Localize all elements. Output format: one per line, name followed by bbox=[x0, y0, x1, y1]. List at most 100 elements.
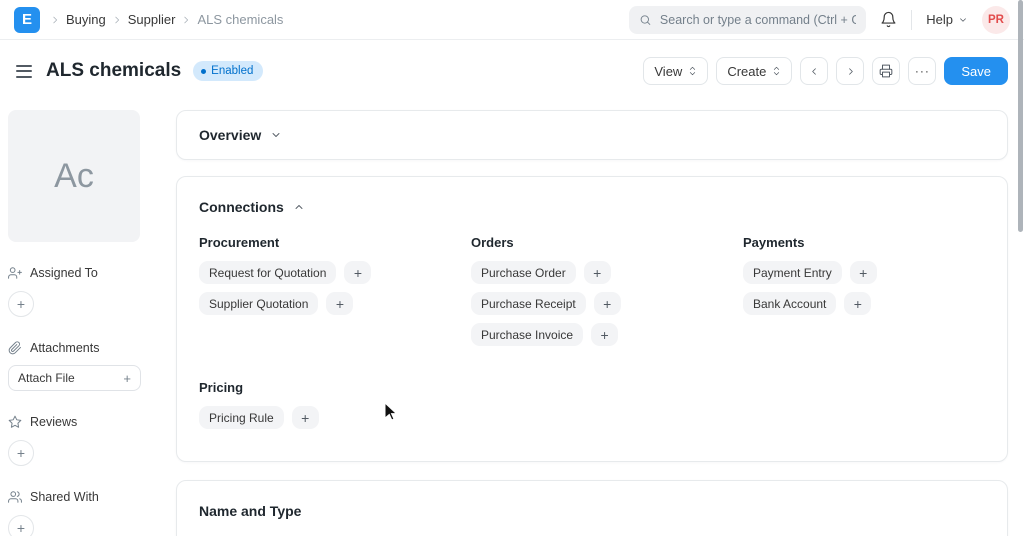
group-title: Pricing bbox=[199, 380, 471, 395]
shared-with-section: Shared With + bbox=[8, 490, 141, 536]
document-link-pricing-rule[interactable]: Pricing Rule bbox=[199, 406, 284, 429]
save-button[interactable]: Save bbox=[944, 57, 1008, 85]
add-purchase-receipt-button[interactable]: + bbox=[594, 292, 621, 315]
print-button[interactable] bbox=[872, 57, 900, 85]
add-assignment-button[interactable]: + bbox=[8, 291, 34, 317]
page-title: ALS chemicals bbox=[46, 60, 181, 82]
erpnext-logo-icon[interactable]: E bbox=[14, 7, 40, 33]
select-chevrons-icon bbox=[772, 65, 781, 77]
add-supplier-quotation-button[interactable]: + bbox=[326, 292, 353, 315]
star-icon bbox=[8, 415, 22, 429]
document-link-purchase-order[interactable]: Purchase Order bbox=[471, 261, 576, 284]
name-and-type-section-header: Name and Type bbox=[199, 503, 985, 519]
document-link-row: Pricing Rule + bbox=[199, 406, 471, 429]
view-button[interactable]: View bbox=[643, 57, 708, 85]
global-search[interactable] bbox=[629, 6, 866, 34]
add-pricing-rule-button[interactable]: + bbox=[292, 406, 319, 429]
search-input[interactable] bbox=[660, 13, 856, 27]
connections-grid: ProcurementRequest for Quotation+Supplie… bbox=[199, 235, 985, 354]
document-link-row: Payment Entry + bbox=[743, 261, 985, 284]
document-link-row: Supplier Quotation + bbox=[199, 292, 471, 315]
add-payment-entry-button[interactable]: + bbox=[850, 261, 877, 284]
sidebar-toggle-icon[interactable] bbox=[16, 65, 32, 78]
add-purchase-invoice-button[interactable]: + bbox=[591, 323, 618, 346]
toolbar: View Create ··· Save bbox=[643, 57, 1008, 85]
document-link-bank-account[interactable]: Bank Account bbox=[743, 292, 836, 315]
user-avatar[interactable]: PR bbox=[982, 6, 1010, 34]
connections-grid-row2: Pricing Pricing Rule + bbox=[199, 380, 985, 437]
document-link-request-for-quotation[interactable]: Request for Quotation bbox=[199, 261, 336, 284]
document-link-payment-entry[interactable]: Payment Entry bbox=[743, 261, 842, 284]
breadcrumb-item-buying[interactable]: Buying bbox=[66, 12, 106, 27]
add-bank-account-button[interactable]: + bbox=[844, 292, 871, 315]
shared-with-label: Shared With bbox=[30, 490, 99, 504]
add-share-button[interactable]: + bbox=[8, 515, 34, 536]
shared-with-header: Shared With bbox=[8, 490, 141, 504]
breadcrumb: E Buying Supplier ALS chemicals bbox=[14, 7, 283, 33]
chevron-right-icon bbox=[112, 15, 122, 25]
help-menu[interactable]: Help bbox=[926, 12, 968, 27]
notifications-bell-icon[interactable] bbox=[880, 11, 897, 28]
assigned-to-label: Assigned To bbox=[30, 266, 98, 280]
name-and-type-section: Name and Type Supplier Name *Supplier Gr… bbox=[176, 480, 1008, 536]
document-link-purchase-receipt[interactable]: Purchase Receipt bbox=[471, 292, 586, 315]
connections-section-header[interactable]: Connections bbox=[199, 199, 985, 215]
user-plus-icon bbox=[8, 266, 22, 280]
breadcrumb-item-als-chemicals: ALS chemicals bbox=[197, 12, 283, 27]
previous-record-button[interactable] bbox=[800, 57, 828, 85]
assigned-to-header: Assigned To bbox=[8, 266, 141, 280]
add-review-button[interactable]: + bbox=[8, 440, 34, 466]
attachments-section: Attachments Attach File + bbox=[8, 341, 141, 391]
main-content: Overview Connections Procurement Request … bbox=[176, 110, 1008, 536]
connections-group-payments: PaymentsPayment Entry+Bank Account+ bbox=[743, 235, 985, 354]
page-header: ALS chemicals Enabled View Create · bbox=[0, 40, 1024, 102]
name-and-type-title: Name and Type bbox=[199, 503, 301, 519]
document-link-row: Request for Quotation + bbox=[199, 261, 471, 284]
document-link-row: Purchase Order + bbox=[471, 261, 743, 284]
view-button-label: View bbox=[654, 64, 682, 79]
group-title: Orders bbox=[471, 235, 743, 250]
group-title: Payments bbox=[743, 235, 985, 250]
attach-file-button[interactable]: Attach File + bbox=[8, 365, 141, 391]
breadcrumb-items: Buying Supplier ALS chemicals bbox=[50, 12, 283, 27]
search-icon bbox=[639, 13, 652, 27]
vertical-scrollbar[interactable] bbox=[1018, 0, 1023, 232]
status-badge: Enabled bbox=[193, 61, 263, 81]
document-link-row: Bank Account + bbox=[743, 292, 985, 315]
overview-section: Overview bbox=[176, 110, 1008, 160]
plus-icon: + bbox=[123, 371, 131, 386]
attachments-header: Attachments bbox=[8, 341, 141, 355]
select-chevrons-icon bbox=[688, 65, 697, 77]
reviews-section: Reviews + bbox=[8, 415, 141, 466]
next-record-button[interactable] bbox=[836, 57, 864, 85]
help-label: Help bbox=[926, 12, 953, 27]
document-link-purchase-invoice[interactable]: Purchase Invoice bbox=[471, 323, 583, 346]
chevron-right-icon bbox=[181, 15, 191, 25]
add-request-for-quotation-button[interactable]: + bbox=[344, 261, 371, 284]
chevron-up-icon bbox=[293, 201, 305, 213]
connections-group-orders: OrdersPurchase Order+Purchase Receipt+Pu… bbox=[471, 235, 743, 354]
paperclip-icon bbox=[8, 341, 22, 355]
add-purchase-order-button[interactable]: + bbox=[584, 261, 611, 284]
create-button[interactable]: Create bbox=[716, 57, 792, 85]
status-dot-icon bbox=[201, 69, 206, 74]
document-link-row: Purchase Receipt + bbox=[471, 292, 743, 315]
connections-group-procurement: ProcurementRequest for Quotation+Supplie… bbox=[199, 235, 471, 354]
status-badge-label: Enabled bbox=[211, 65, 253, 77]
chevron-down-icon bbox=[958, 15, 968, 25]
more-options-button[interactable]: ··· bbox=[908, 57, 936, 85]
attach-file-label: Attach File bbox=[18, 371, 75, 385]
document-link-supplier-quotation[interactable]: Supplier Quotation bbox=[199, 292, 318, 315]
top-navbar: E Buying Supplier ALS chemicals Help PR bbox=[0, 0, 1024, 40]
app-window: E Buying Supplier ALS chemicals Help PR AL… bbox=[0, 0, 1024, 536]
reviews-label: Reviews bbox=[30, 415, 77, 429]
connections-section: Connections Procurement Request for Quota… bbox=[176, 176, 1008, 462]
navbar-divider bbox=[911, 10, 912, 30]
attachments-label: Attachments bbox=[30, 341, 99, 355]
overview-title: Overview bbox=[199, 127, 261, 143]
chevron-right-icon bbox=[50, 15, 60, 25]
supplier-image-placeholder[interactable]: Ac bbox=[8, 110, 140, 242]
breadcrumb-item-supplier[interactable]: Supplier bbox=[128, 12, 176, 27]
group-title: Procurement bbox=[199, 235, 471, 250]
overview-section-header[interactable]: Overview bbox=[199, 127, 282, 143]
